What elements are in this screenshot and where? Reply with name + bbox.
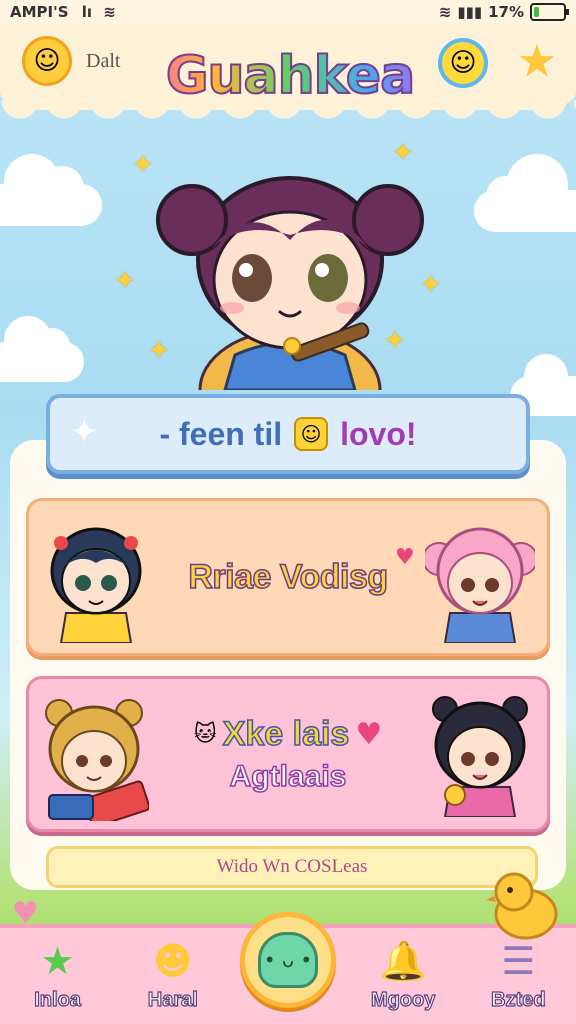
chibi-girl-character: [432, 696, 528, 817]
greeting-banner[interactable]: ✦ - feen til ☺ lovo!: [46, 394, 530, 474]
footer-info-bar[interactable]: Wido Wn COSLeas: [46, 846, 538, 888]
footer-text: Wido Wn COSLeas: [216, 856, 368, 877]
wifi-icon-right: ≋: [438, 3, 452, 21]
battery-fill: [534, 7, 539, 17]
hero-character-illustration: [156, 176, 424, 390]
menu-list-icon: ☰: [501, 939, 536, 983]
card-text-group: 🐱 Xke lais ♥ Agtlaais: [193, 714, 383, 794]
battery-icon: [530, 3, 569, 21]
nav-item-home[interactable]: • ᴗ •: [239, 912, 336, 1012]
signal-text: lı: [81, 3, 93, 21]
card-title: Rriae Vodisg: [188, 557, 389, 597]
nav-item-bzted[interactable]: ☰ Bzted: [470, 937, 566, 1012]
sparkle-icon: ✦: [70, 412, 99, 452]
nav-item-haral[interactable]: ☻ Haral: [125, 937, 221, 1012]
nav-item-mgooy[interactable]: 🔔 Mgooy: [355, 937, 451, 1012]
chibi-boy-character: [50, 527, 142, 643]
slime-home-icon: • ᴗ •: [239, 912, 336, 1008]
chibi-bear-character: [45, 699, 149, 821]
sparkle-icon: ✦: [114, 266, 136, 296]
status-left: AMPI'S lı ≋: [10, 3, 116, 21]
nav-label: Inloa: [34, 988, 82, 1011]
sun-mascot-icon[interactable]: ☺: [22, 36, 72, 86]
duck-mascot-icon[interactable]: [484, 864, 564, 944]
cloud-decoration: [474, 154, 576, 232]
carrier-label: AMPI'S: [10, 3, 69, 21]
heart-icon: ♥: [355, 716, 383, 752]
wifi-icon: ≋: [103, 3, 116, 21]
star-icon[interactable]: ★: [512, 36, 562, 87]
slime-face: • ᴗ •: [257, 932, 318, 988]
star-icon: ★: [40, 939, 75, 983]
bell-icon: 🔔: [379, 938, 427, 983]
chibi-girl-character: [425, 527, 535, 643]
activity-card[interactable]: Rriae Vodisg ♥: [26, 498, 550, 656]
cloud-decoration: [0, 154, 102, 226]
nav-label: Bzted: [491, 988, 547, 1011]
smile-face-icon: ☺: [294, 417, 329, 451]
battery-percent: 17%: [488, 3, 524, 21]
status-bar: AMPI'S lı ≋ ≋ ▮▮▮ 17%: [0, 0, 576, 24]
activity-card[interactable]: 🐱 Xke lais ♥ Agtlaais: [26, 676, 550, 832]
app-title: Guahkea: [140, 45, 440, 107]
user-label[interactable]: Dalt: [86, 50, 120, 73]
smile-icon: ☻: [152, 939, 193, 983]
cat-icon: 🐱: [193, 721, 217, 747]
smile-icon[interactable]: ☺: [438, 38, 488, 88]
banner-text-accent: lovo!: [340, 415, 417, 452]
card-title: Xke lais: [222, 714, 350, 754]
cell-signal-icon: ▮▮▮: [457, 3, 483, 21]
nav-item-inloa[interactable]: ★ Inloa: [10, 937, 106, 1012]
nav-label: Haral: [147, 988, 198, 1011]
card-subtitle: Agtlaais: [229, 759, 347, 794]
cloud-decoration: [0, 316, 84, 382]
status-right: ≋ ▮▮▮ 17%: [438, 3, 569, 21]
card-title-row: 🐱 Xke lais ♥: [193, 714, 383, 754]
nav-label: Mgooy: [370, 988, 436, 1011]
heart-balloon-icon: ♥: [395, 545, 415, 570]
app-header: ☺ Dalt Guahkea ☺ ★: [0, 24, 576, 120]
banner-text: - feen til: [159, 415, 283, 452]
